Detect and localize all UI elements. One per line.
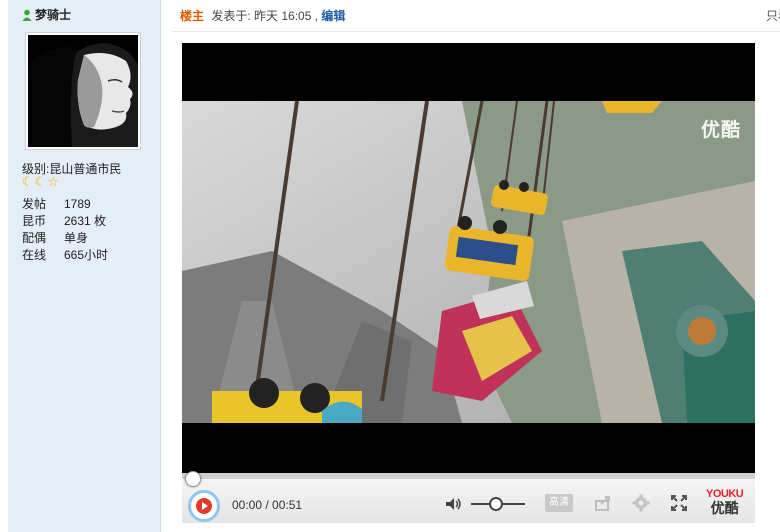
- volume-icon[interactable]: [445, 497, 463, 511]
- stat-value: 1789: [64, 197, 91, 211]
- stat-key: 发帖: [22, 197, 47, 211]
- timecode: 00:00 / 00:51: [232, 498, 303, 512]
- star-icon: ☆: [47, 174, 59, 189]
- progress-knob[interactable]: [185, 471, 201, 487]
- video-player[interactable]: 优酷 00:00 / 00:51 高清 YOUKU 优酷: [182, 43, 755, 523]
- posted-time: 发表于: 昨天 16:05 ,: [211, 9, 319, 23]
- user-icon: [22, 9, 32, 21]
- moon-icon: ☾: [22, 174, 34, 189]
- youku-logo[interactable]: YOUKU 优酷: [706, 487, 744, 516]
- stat-row: 昆币 2631 枚: [22, 213, 108, 230]
- username-label: 梦骑士: [35, 8, 72, 22]
- share-icon[interactable]: [594, 494, 612, 512]
- only-author-link[interactable]: 只看: [766, 7, 780, 24]
- moon-icon: ☾: [34, 174, 47, 189]
- level-value: 昆山普通市民: [49, 162, 122, 176]
- stat-key: 配偶: [22, 231, 47, 245]
- edit-link[interactable]: 编辑: [321, 9, 345, 23]
- stat-value: 665小时: [64, 248, 109, 262]
- quality-button[interactable]: 高清: [545, 494, 573, 512]
- youku-logo-en: YOUKU: [706, 488, 744, 500]
- gear-icon[interactable]: [632, 494, 650, 512]
- youku-logo-zh: 优酷: [710, 500, 739, 516]
- stat-value: 单身: [64, 231, 89, 245]
- user-stats: 发帖 1789 昆币 2631 枚 配偶 单身 在线 665小时: [22, 196, 108, 264]
- divider: [172, 31, 780, 32]
- stat-row: 在线 665小时: [22, 247, 108, 264]
- stat-key: 昆币: [22, 214, 47, 228]
- owner-tag: 楼主: [180, 9, 205, 23]
- progress-bar[interactable]: [182, 473, 755, 479]
- play-button[interactable]: [188, 490, 220, 522]
- level-badges: ☾ ☾ ☆: [22, 175, 59, 188]
- stat-key: 在线: [22, 248, 47, 262]
- post-header: 楼主 发表于: 昨天 16:05 , 编辑: [180, 7, 345, 24]
- stat-value: 2631 枚: [64, 214, 107, 228]
- fullscreen-icon[interactable]: [670, 494, 688, 512]
- user-sidebar: 梦骑士 级别:昆山普通市民 ☾ ☾ ☆ 发帖 1789 昆币 2631 枚 配偶 单身…: [8, 0, 161, 532]
- stat-row: 配偶 单身: [22, 230, 108, 247]
- video-frame[interactable]: [182, 101, 755, 423]
- video-watermark: 优酷: [700, 120, 741, 141]
- play-icon: [196, 498, 212, 514]
- avatar[interactable]: [25, 32, 141, 150]
- username[interactable]: 梦骑士: [22, 6, 71, 23]
- stat-row: 发帖 1789: [22, 196, 108, 213]
